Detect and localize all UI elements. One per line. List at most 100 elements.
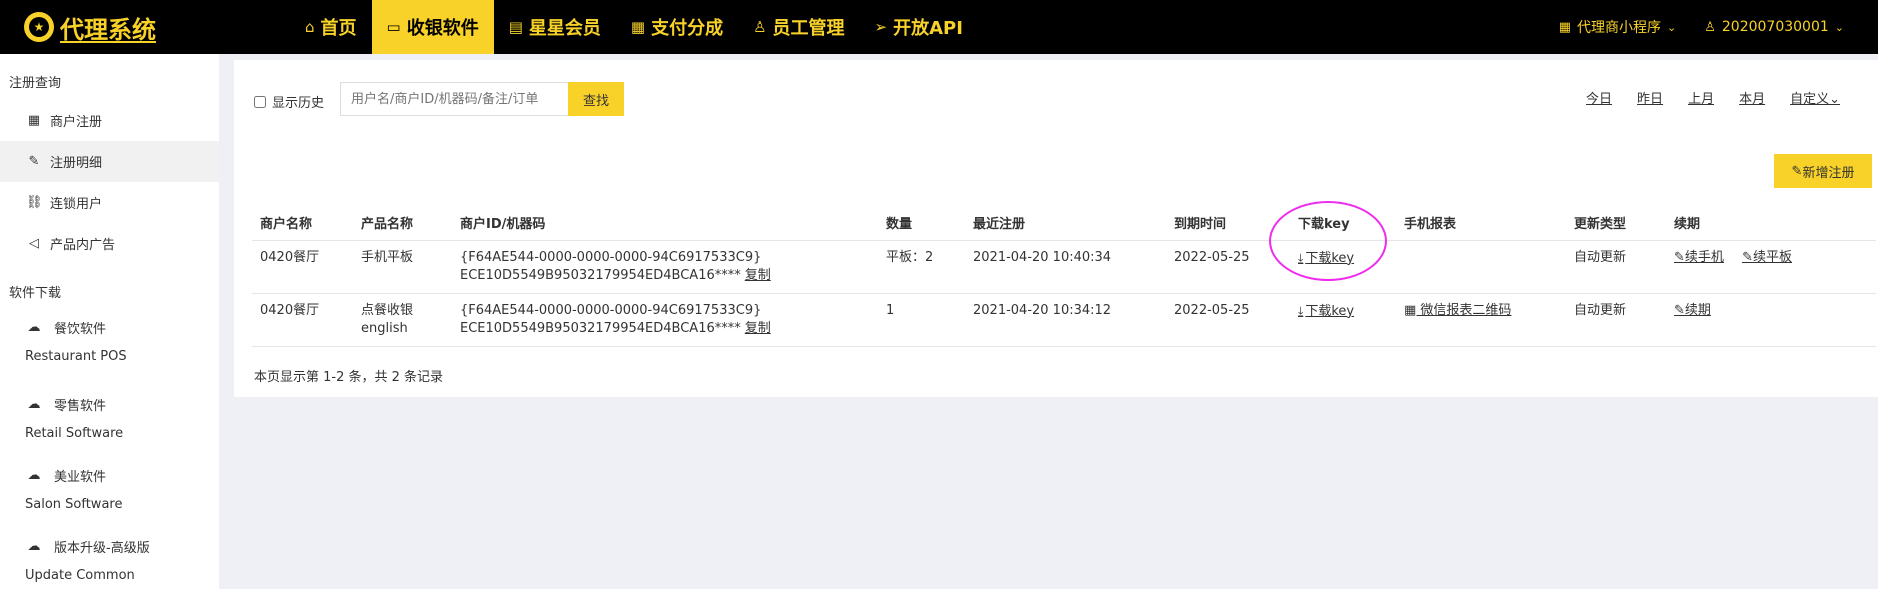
copy-link[interactable]: 复制 [745,268,771,283]
qrcode-icon: ▦ [1404,302,1421,318]
user-menu[interactable]: ♙ 202007030001 ⌄ [1690,19,1878,35]
sidebar: 注册查询 ▦ 商户注册 ✎ 注册明细 ⛓ 连锁用户 ◁ 产品内广告 软件下载 ☁… [0,54,219,589]
book-icon: ▤ [508,18,523,36]
search-input[interactable] [340,82,575,116]
add-register-button[interactable]: ✎ 新增注册 [1774,154,1872,188]
cloud-download-icon: ☁ [27,320,41,335]
edit-icon: ✎ [28,154,40,169]
user-icon: ♙ [753,18,767,36]
col-update-type: 更新类型 [1566,206,1666,241]
main-nav: ⌂ 首页 ▭ 收银软件 ▤ 星星会员 ▦ 支付分成 ♙ 员工管理 ➢ 开放API [290,0,978,54]
col-qty: 数量 [878,206,965,241]
chevron-down-icon: ⌄ [1834,20,1844,34]
renew-link[interactable]: ✎续期 [1674,303,1711,318]
cell-merchant-id: {F64AE544-0000-0000-0000-94C6917533C9} E… [452,240,878,294]
pagination-summary: 本页显示第 1-2 条，共 2 条记录 [254,370,444,385]
grid-icon: ▦ [27,113,41,128]
cell-product: 手机平板 [353,240,452,294]
date-link-last-month[interactable]: 上月 [1688,88,1714,107]
register-table: 商户名称 产品名称 商户ID/机器码 数量 最近注册 到期时间 下载key 手机… [252,206,1876,347]
sidebar-item-update-common[interactable]: ☁ 版本升级-高级版 Update Common [0,519,219,589]
qrcode-icon: ▦ [1558,19,1572,35]
search-button[interactable]: 查找 [568,82,624,116]
cell-mobile-report: ▦ 微信报表二维码 [1396,293,1566,347]
sidebar-item-salon-software[interactable]: ☁ 美业软件 Salon Software [0,448,219,519]
nav-item-pos-software[interactable]: ▭ 收银软件 [371,0,494,54]
edit-icon: ✎ [1674,249,1685,265]
cell-merchant-id: {F64AE544-0000-0000-0000-94C6917533C9} E… [452,293,878,347]
sidebar-item-product-ads[interactable]: ◁ 产品内广告 [0,223,219,264]
send-icon: ➢ [874,18,888,36]
sidebar-group-register: 注册查询 [9,76,62,91]
col-merchant: 商户名称 [252,206,353,241]
col-last-register: 最近注册 [965,206,1166,241]
cloud-download-icon: ☁ [27,397,41,412]
sidebar-item-retail-software[interactable]: ☁ 零售软件 Retail Software [0,377,219,448]
cell-qty: 平板：2 [878,240,965,294]
cell-download-key: ⤓ 下载key [1290,293,1396,347]
home-icon: ⌂ [305,18,315,36]
nav-item-api[interactable]: ➢ 开放API [860,0,978,54]
history-checkbox[interactable] [254,95,266,108]
show-history-checkbox[interactable]: 显示历史 [254,92,324,111]
logo-text: 代理系统 [60,15,156,44]
download-key-link[interactable]: ⤓ 下载key [1298,304,1354,319]
download-icon: ⤓ [1298,250,1304,265]
sidebar-group-download: 软件下载 [9,286,62,301]
edit-icon: ✎ [1674,302,1685,318]
sidebar-item-chain-users[interactable]: ⛓ 连锁用户 [0,182,219,223]
cell-last-register: 2021-04-20 10:40:34 [965,240,1166,294]
download-key-link[interactable]: ⤓ 下载key [1298,251,1354,266]
logo-badge-icon: ★ [24,12,54,42]
monitor-icon: ▭ [386,18,401,36]
col-mobile-report: 手机报表 [1396,206,1566,241]
cell-update-type: 自动更新 [1566,240,1666,294]
nav-item-payment[interactable]: ▦ 支付分成 [616,0,738,54]
cell-renew: ✎续手机 ✎续平板 [1666,240,1876,294]
nav-right: ▦ 代理商小程序 ⌄ ♙ 202007030001 ⌄ [1545,0,1878,54]
col-product: 产品名称 [353,206,452,241]
date-filter: 今日 昨日 上月 本月 自定义⌄ [1561,88,1840,107]
date-link-this-month[interactable]: 本月 [1739,88,1765,107]
cell-merchant: 0420餐厅 [252,293,353,347]
user-icon: ♙ [1704,19,1716,35]
sidebar-item-register-detail[interactable]: ✎ 注册明细 [0,141,219,182]
download-icon: ⤓ [1298,303,1304,318]
nav-item-staff[interactable]: ♙ 员工管理 [738,0,859,54]
renew-phone-link[interactable]: ✎续手机 [1674,250,1724,265]
cell-update-type: 自动更新 [1566,293,1666,347]
renew-tablet-link[interactable]: ✎续平板 [1742,250,1792,265]
col-renew: 续期 [1666,206,1876,241]
cell-qty: 1 [878,293,965,347]
date-link-yesterday[interactable]: 昨日 [1637,88,1663,107]
logo[interactable]: ★ 代理系统 [0,0,290,54]
cloud-download-icon: ☁ [27,539,41,554]
cell-renew: ✎续期 [1666,293,1876,347]
date-link-today[interactable]: 今日 [1586,88,1612,107]
table-row: 0420餐厅 手机平板 {F64AE544-0000-0000-0000-94C… [252,240,1876,294]
wechat-report-qrcode-link[interactable]: ▦ 微信报表二维码 [1404,303,1511,318]
col-download-key: 下载key [1290,206,1396,241]
cell-expire: 2022-05-25 [1166,293,1290,347]
nav-item-home[interactable]: ⌂ 首页 [290,0,372,54]
cell-expire: 2022-05-25 [1166,240,1290,294]
date-link-custom[interactable]: 自定义⌄ [1790,88,1840,107]
cell-last-register: 2021-04-20 10:34:12 [965,293,1166,347]
chain-icon: ⛓ [26,195,43,210]
col-expire: 到期时间 [1166,206,1290,241]
table-header-row: 商户名称 产品名称 商户ID/机器码 数量 最近注册 到期时间 下载key 手机… [252,206,1876,241]
sidebar-item-restaurant-pos[interactable]: ☁ 餐饮软件 Restaurant POS [0,306,219,377]
nav-item-member[interactable]: ▤ 星星会员 [494,0,616,54]
speaker-icon: ◁ [29,236,39,251]
sidebar-item-merchant-register[interactable]: ▦ 商户注册 [0,100,219,141]
list-icon: ▦ [630,18,646,36]
col-merchant-id: 商户ID/机器码 [452,206,878,241]
edit-icon: ✎ [1791,163,1803,179]
cell-download-key: ⤓ 下载key [1290,240,1396,294]
edit-icon: ✎ [1742,249,1753,265]
cell-merchant: 0420餐厅 [252,240,353,294]
table-row: 0420餐厅 点餐收银 english {F64AE544-0000-0000-… [252,293,1876,347]
main-panel: 显示历史 查找 今日 昨日 上月 本月 自定义⌄ ✎ 新增注册 商户名称 产品名… [234,60,1878,397]
mini-program-menu[interactable]: ▦ 代理商小程序 ⌄ [1545,17,1691,37]
copy-link[interactable]: 复制 [745,321,771,336]
